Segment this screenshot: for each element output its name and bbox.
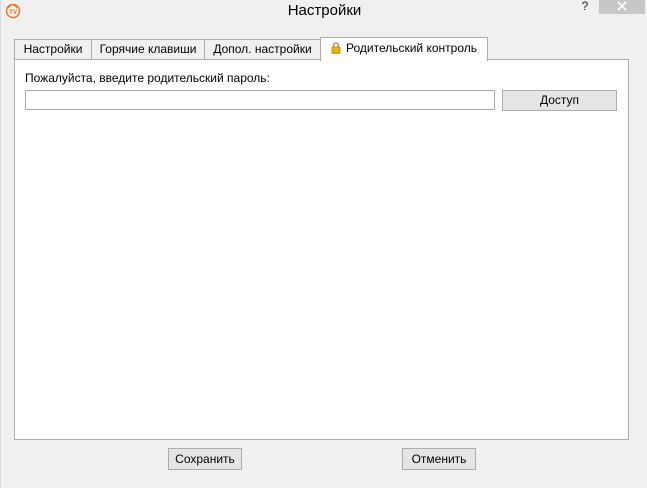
tab-parental-control[interactable]: Родительский контроль (320, 37, 488, 61)
window-title: Настройки (287, 2, 362, 19)
tab-hotkeys[interactable]: Горячие клавиши (91, 39, 205, 60)
settings-window: TV Настройки ? Настройки Горячие клавиши… (0, 0, 647, 488)
tab-advanced-settings-label: Допол. настройки (213, 42, 312, 56)
parental-control-panel: Пожалуйста, введите родительский пароль:… (14, 59, 629, 440)
cancel-button[interactable]: Отменить (402, 448, 476, 470)
access-button[interactable]: Доступ (502, 90, 617, 111)
lock-icon (331, 40, 341, 60)
parental-password-input[interactable] (25, 90, 495, 110)
tab-hotkeys-label: Горячие клавиши (99, 42, 197, 56)
tab-advanced-settings[interactable]: Допол. настройки (204, 39, 321, 60)
close-icon (617, 0, 627, 14)
title-bar[interactable]: TV Настройки ? (1, 0, 647, 25)
help-button[interactable]: ? (577, 0, 593, 14)
tab-settings-label: Настройки (23, 42, 83, 56)
close-button[interactable] (599, 0, 645, 14)
tab-parental-control-label: Родительский контроль (346, 41, 477, 55)
tab-settings[interactable]: Настройки (14, 39, 92, 60)
save-button[interactable]: Сохранить (168, 448, 242, 470)
password-prompt: Пожалуйста, введите родительский пароль: (25, 71, 270, 85)
